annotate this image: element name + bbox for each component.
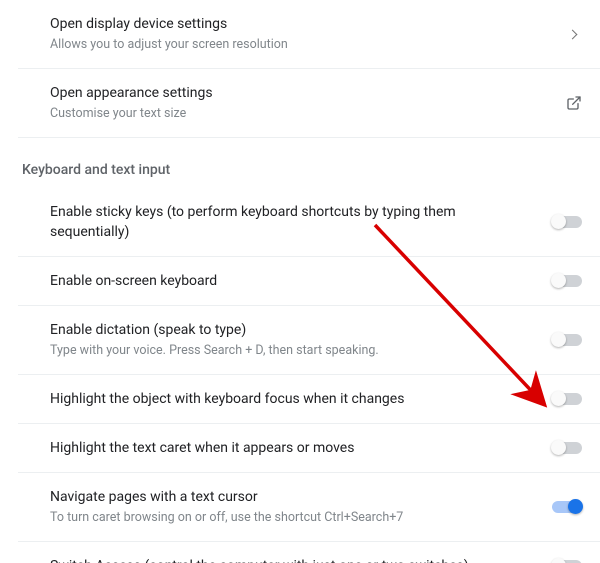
toggle-control (552, 334, 582, 346)
highlight-object-toggle[interactable] (552, 393, 582, 405)
dictation-subtitle: Type with your voice. Press Search + D, … (50, 342, 532, 360)
row-highlight-caret[interactable]: Highlight the text caret when it appears… (18, 424, 600, 473)
row-on-screen-keyboard[interactable]: Enable on-screen keyboard (18, 257, 600, 306)
dictation-toggle[interactable] (552, 334, 582, 346)
caret-browsing-toggle[interactable] (552, 501, 582, 513)
navigate-control (569, 31, 582, 38)
toggle-control (552, 393, 582, 405)
display-settings-subtitle: Allows you to adjust your screen resolut… (50, 36, 549, 54)
row-dictation[interactable]: Enable dictation (speak to type) Type wi… (18, 306, 600, 375)
row-texts: Highlight the object with keyboard focus… (50, 389, 532, 409)
row-display-settings[interactable]: Open display device settings Allows you … (18, 0, 600, 69)
sticky-keys-title: Enable sticky keys (to perform keyboard … (50, 202, 532, 242)
row-texts: Highlight the text caret when it appears… (50, 438, 532, 458)
row-texts: Enable sticky keys (to perform keyboard … (50, 202, 532, 242)
display-settings-title: Open display device settings (50, 14, 549, 34)
switch-access-title: Switch Access (control the computer with… (50, 556, 532, 563)
on-screen-keyboard-toggle[interactable] (552, 275, 582, 287)
section-header-keyboard: Keyboard and text input (18, 138, 600, 188)
toggle-control (552, 501, 582, 513)
row-texts: Open display device settings Allows you … (50, 14, 549, 54)
dictation-title: Enable dictation (speak to type) (50, 320, 532, 340)
caret-browsing-title: Navigate pages with a text cursor (50, 487, 532, 507)
highlight-caret-toggle[interactable] (552, 442, 582, 454)
toggle-control (552, 216, 582, 228)
row-texts: Navigate pages with a text cursor To tur… (50, 487, 532, 527)
row-caret-browsing[interactable]: Navigate pages with a text cursor To tur… (18, 473, 600, 542)
appearance-settings-subtitle: Customise your text size (50, 105, 546, 123)
appearance-settings-title: Open appearance settings (50, 83, 546, 103)
external-link-control (566, 95, 582, 111)
toggle-control (552, 442, 582, 454)
row-texts: Enable on-screen keyboard (50, 271, 532, 291)
row-texts: Switch Access (control the computer with… (50, 556, 532, 563)
caret-browsing-subtitle: To turn caret browsing on or off, use th… (50, 509, 532, 527)
row-highlight-object[interactable]: Highlight the object with keyboard focus… (18, 375, 600, 424)
row-switch-access[interactable]: Switch Access (control the computer with… (18, 542, 600, 563)
sticky-keys-toggle[interactable] (552, 216, 582, 228)
external-link-icon (566, 95, 582, 111)
highlight-caret-title: Highlight the text caret when it appears… (50, 438, 532, 458)
row-texts: Enable dictation (speak to type) Type wi… (50, 320, 532, 360)
toggle-control (552, 275, 582, 287)
row-sticky-keys[interactable]: Enable sticky keys (to perform keyboard … (18, 188, 600, 257)
row-appearance-settings[interactable]: Open appearance settings Customise your … (18, 69, 600, 138)
chevron-right-icon (568, 29, 578, 39)
row-texts: Open appearance settings Customise your … (50, 83, 546, 123)
highlight-object-title: Highlight the object with keyboard focus… (50, 389, 532, 409)
on-screen-keyboard-title: Enable on-screen keyboard (50, 271, 532, 291)
